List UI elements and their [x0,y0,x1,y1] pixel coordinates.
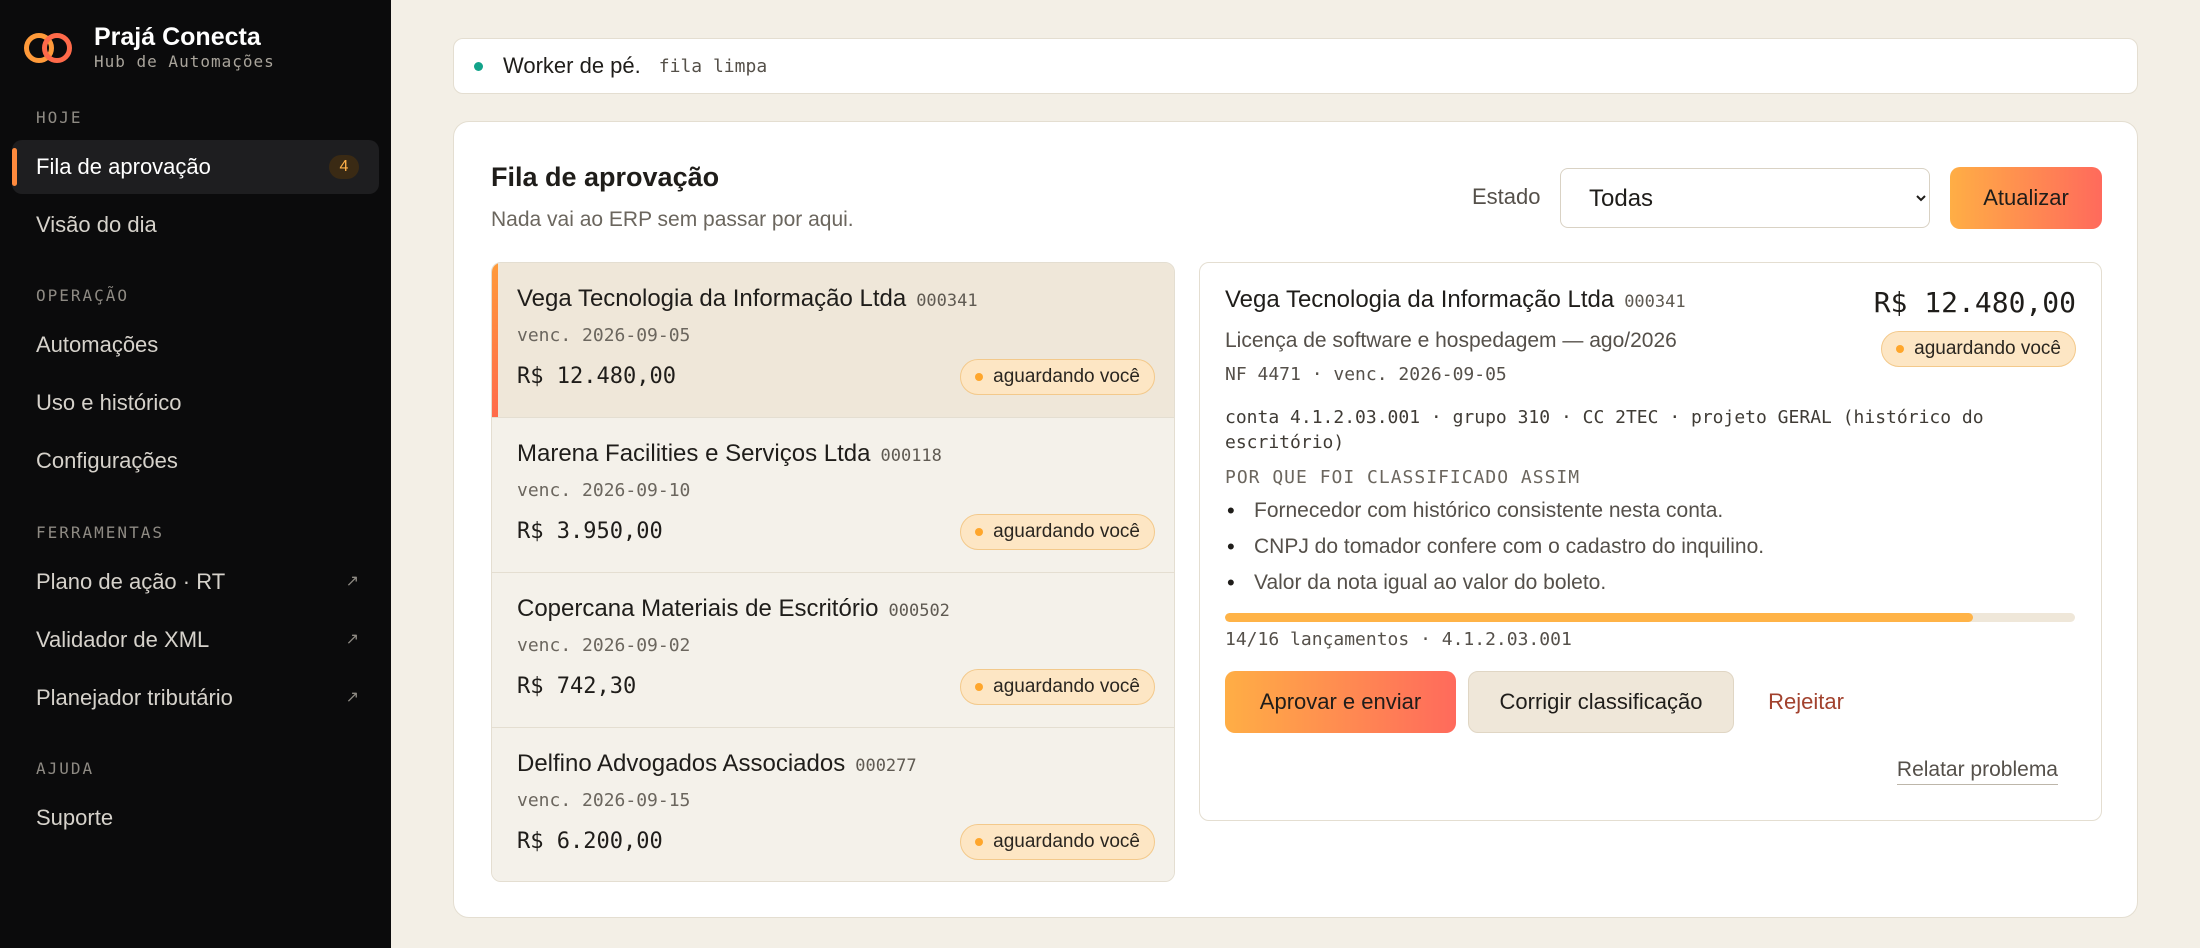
sidebar-item-visao-do-dia[interactable]: Visão do dia [12,198,379,252]
supplier-code: 000341 [916,291,978,311]
supplier-name: Copercana Materiais de Escritório [517,595,879,622]
due-date: venc. 2026-09-02 [517,635,691,656]
amount: R$ 3.950,00 [517,519,663,544]
supplier-name: Vega Tecnologia da Informação Ltda [517,285,907,312]
sidebar: Prajá Conecta Hub de Automações HOJE Fil… [0,0,391,948]
sidebar-item-label: Visão do dia [36,212,157,237]
sidebar-item-configuracoes[interactable]: Configurações [12,434,379,488]
amount: R$ 6.200,00 [517,829,663,854]
section-label-hoje: HOJE [36,108,83,127]
reason-item: Valor da nota igual ao valor do boleto. [1225,568,1764,604]
due-date: venc. 2026-09-10 [517,480,691,501]
sidebar-item-label: Fila de aprovação [36,154,211,179]
approval-queue-panel: Fila de aprovação Nada vai ao ERP sem pa… [453,121,2138,918]
classification-reasons: Fornecedor com histórico consistente nes… [1225,496,1764,604]
queue-item[interactable]: Copercana Materiais de Escritório 000502 … [492,573,1174,728]
status-badge: aguardando você [960,669,1155,705]
count-badge: 4 [329,155,359,179]
queue-item[interactable]: Delfino Advogados Associados 000277 venc.… [492,728,1174,881]
status-dot-icon [975,373,984,381]
fix-classification-button[interactable]: Corrigir classificação [1468,671,1734,733]
supplier-code: 000502 [888,601,950,621]
status-detail: fila limpa [658,55,768,77]
amount: R$ 12.480,00 [517,364,676,389]
external-link-icon: ↗ [345,689,359,706]
status-badge-label: aguardando você [1914,338,2061,359]
sidebar-item-label: Configurações [36,448,178,473]
reason-item: Fornecedor com histórico consistente nes… [1225,496,1764,532]
supplier-name: Delfino Advogados Associados [517,750,846,777]
due-date: venc. 2026-09-15 [517,790,691,811]
status-badge-label: aguardando você [993,521,1140,542]
status-dot-icon [1896,345,1905,353]
state-filter-select[interactable]: Todas [1560,168,1930,228]
history-progress-fill [1225,613,1973,622]
sidebar-item-label: Validador de XML [36,627,210,652]
detail-supplier-code: 000341 [1624,292,1686,312]
supplier-code: 000118 [880,446,942,466]
status-badge: aguardando você [960,824,1155,860]
external-link-icon: ↗ [345,573,359,590]
sidebar-item-fila-de-aprovacao[interactable]: Fila de aprovação 4 [12,140,379,194]
detail-amount: R$ 12.480,00 [1873,286,2076,319]
section-label-ferramentas: FERRAMENTAS [36,523,164,542]
status-badge-label: aguardando você [993,676,1140,697]
status-dot-icon [975,683,984,691]
section-label-operacao: OPERAÇÃO [36,286,130,305]
sidebar-item-label: Suporte [36,805,114,830]
detail-supplier-name: Vega Tecnologia da Informação Ltda [1225,286,1615,313]
brand[interactable]: Prajá Conecta Hub de Automações [24,22,275,72]
reason-item: CNPJ do tomador confere com o cadastro d… [1225,532,1764,568]
refresh-button[interactable]: Atualizar [1950,167,2102,229]
sidebar-item-label: Planejador tributário [36,685,233,710]
detail-account: conta 4.1.2.03.001 · grupo 310 · CC 2TEC… [1225,407,1984,453]
status-badge: aguardando você [960,359,1155,395]
supplier-code: 000277 [855,756,917,776]
history-progress-bar [1225,613,2075,622]
status-badge-label: aguardando você [993,366,1140,387]
due-date: venc. 2026-09-05 [517,325,691,346]
detail-status-badge: aguardando você [1881,331,2076,367]
sidebar-item-label: Automações [36,332,159,357]
logo-rings-icon [24,29,76,65]
brand-name: Prajá Conecta [94,23,261,51]
queue-list: Vega Tecnologia da Informação Ltda 000341… [491,262,1175,882]
status-badge-label: aguardando você [993,831,1140,852]
report-problem-link[interactable]: Relatar problema [1896,758,2058,785]
status-dot-icon [975,528,984,536]
detail-card: Vega Tecnologia da Informação Ltda 000341… [1199,262,2102,821]
sidebar-item-suporte[interactable]: Suporte [12,791,379,845]
sidebar-item-plano-de-acao[interactable]: Plano de ação · RT ↗ [12,555,379,609]
status-dot-icon [975,838,984,846]
section-label-ajuda: AJUDA [36,759,95,778]
sidebar-item-uso-e-historico[interactable]: Uso e histórico [12,376,379,430]
status-badge: aguardando você [960,514,1155,550]
sidebar-item-automacoes[interactable]: Automações [12,318,379,372]
supplier-name: Marena Facilities e Serviços Ltda [517,440,871,467]
brand-subtitle: Hub de Automações [94,52,275,71]
amount: R$ 742,30 [517,674,637,699]
approve-and-send-button[interactable]: Aprovar e enviar [1225,671,1456,733]
worker-status-bar: Worker de pé. fila limpa [453,38,2138,94]
reject-button[interactable]: Rejeitar [1746,671,1866,733]
status-dot-icon [474,61,483,71]
page-title: Fila de aprovação [491,162,720,192]
queue-item[interactable]: Marena Facilities e Serviços Ltda 000118 … [492,418,1174,573]
sidebar-item-label: Uso e histórico [36,390,182,415]
classification-reason-title: POR QUE FOI CLASSIFICADO ASSIM [1225,467,1581,488]
history-progress-label: 14/16 lançamentos · 4.1.2.03.001 [1225,629,1572,650]
status-title: Worker de pé. [503,53,641,78]
sidebar-item-planejador-tributario[interactable]: Planejador tributário ↗ [12,671,379,725]
queue-item[interactable]: Vega Tecnologia da Informação Ltda 000341… [492,263,1174,418]
state-filter-label: Estado [1472,184,1541,209]
sidebar-item-label: Plano de ação · RT [36,569,226,594]
sidebar-item-validador-de-xml[interactable]: Validador de XML ↗ [12,613,379,667]
detail-description: Licença de software e hospedagem — ago/2… [1225,329,1677,352]
page-subtitle: Nada vai ao ERP sem passar por aqui. [491,208,854,231]
detail-meta: NF 4471 · venc. 2026-09-05 [1225,364,1507,385]
external-link-icon: ↗ [345,631,359,648]
